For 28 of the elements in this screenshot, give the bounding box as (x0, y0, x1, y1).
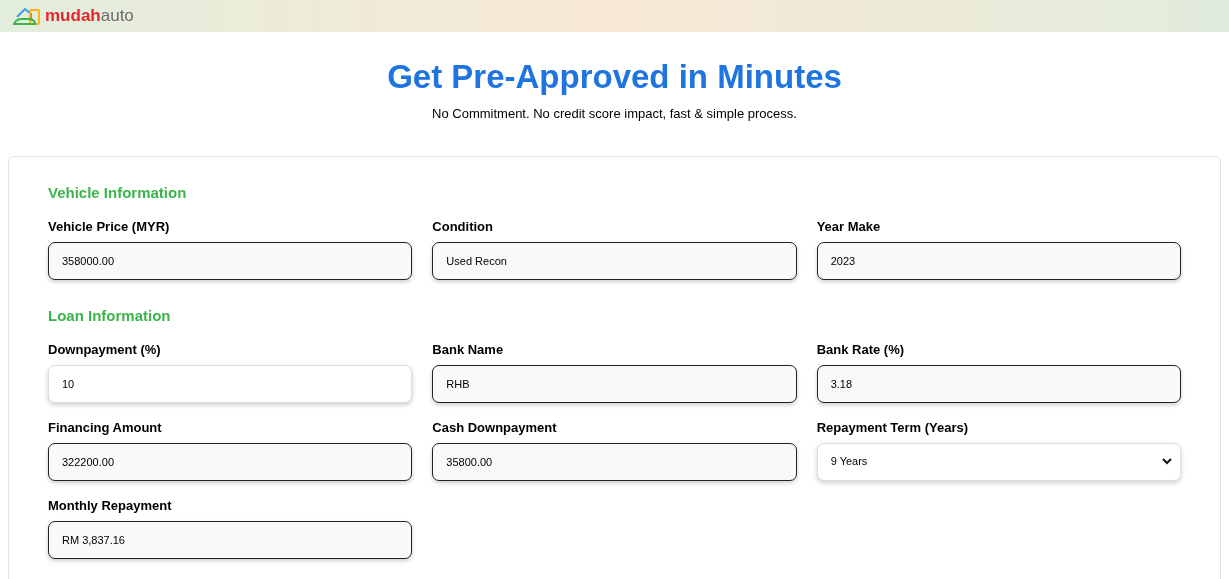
chevron-down-icon (1162, 458, 1172, 465)
field-label: Bank Rate (%) (816, 341, 906, 358)
input-field[interactable]: RHB (432, 364, 797, 403)
page-subtitle: No Commitment. No credit score impact, fast & simple process. (432, 105, 797, 123)
field-label: Downpayment (%) (48, 341, 162, 358)
input-field[interactable]: Used Recon (432, 241, 797, 280)
field-label: Repayment Term (Years) (816, 419, 970, 436)
input-field[interactable]: 3.18 (816, 364, 1181, 403)
field-label: Year Make (816, 218, 882, 235)
input-field[interactable]: 2023 (816, 241, 1181, 280)
dropdown[interactable]: 9 Years (816, 442, 1181, 481)
input-field[interactable]: RM 3,837.16 (48, 520, 413, 559)
page-title: Get Pre-Approved in Minutes (387, 58, 842, 96)
field-label: Financing Amount (48, 419, 163, 436)
logo-text: auto (100, 7, 134, 24)
input-field[interactable]: 322200.00 (48, 442, 413, 481)
section-heading: Loan Information (48, 305, 172, 326)
field-label: Cash Downpayment (432, 419, 558, 436)
field-label: Monthly Repayment (48, 497, 173, 514)
logo-text: mudah (45, 7, 101, 24)
input-field[interactable]: 35800.00 (432, 442, 797, 481)
section-heading: Vehicle Information (48, 182, 188, 203)
input-field[interactable]: 10 (48, 364, 413, 403)
field-label: Vehicle Price (MYR) (48, 218, 171, 235)
logo-icon (13, 5, 43, 27)
field-label: Bank Name (432, 341, 505, 358)
field-label: Condition (432, 218, 494, 235)
input-field[interactable]: 358000.00 (48, 241, 413, 280)
